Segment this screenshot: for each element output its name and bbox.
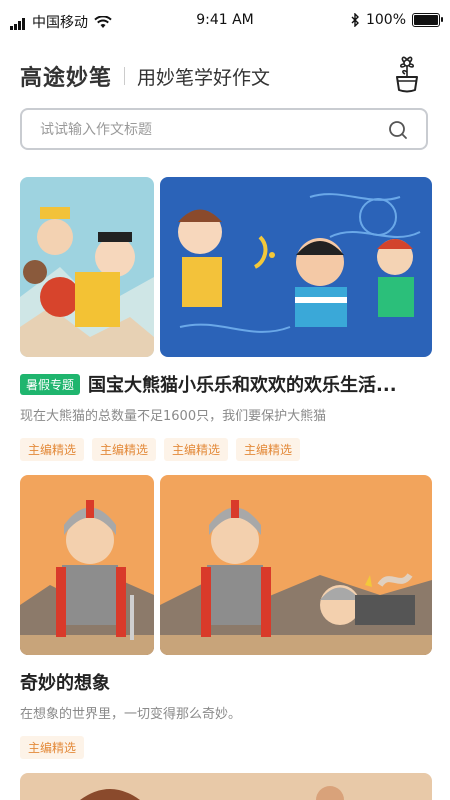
editor-pick-tag: 主编精选	[164, 438, 229, 461]
essay-card[interactable]	[20, 773, 432, 800]
editor-pick-tag: 主编精选	[20, 736, 85, 759]
search-icon[interactable]	[388, 120, 408, 140]
card-title[interactable]: 国宝大熊猫小乐乐和欢欢的欢乐生活...	[88, 371, 397, 397]
topic-badge: 暑假专题	[20, 373, 81, 395]
battery-fill	[414, 15, 438, 25]
cartoon-illustration-kids-night[interactable]	[160, 177, 432, 357]
search-bar[interactable]	[20, 108, 428, 150]
bluetooth-icon	[351, 13, 359, 27]
plant-pot-icon[interactable]	[392, 54, 422, 94]
card-description: 在想象的世界里，一切变得那么奇妙。	[20, 707, 242, 722]
card-tags: 主编精选	[20, 736, 432, 759]
editor-pick-tag: 主编精选	[20, 438, 85, 461]
battery-percent: 100%	[365, 12, 406, 28]
card-images[interactable]	[20, 475, 432, 655]
cartoon-illustration-partial[interactable]	[20, 773, 432, 800]
battery-icon	[412, 13, 443, 27]
editor-pick-tag: 主编精选	[92, 438, 157, 461]
essay-card[interactable]: 奇妙的想象 在想象的世界里，一切变得那么奇妙。 主编精选	[20, 475, 432, 759]
cartoon-illustration-warrior-scene[interactable]	[160, 475, 432, 655]
card-title[interactable]: 奇妙的想象	[20, 669, 110, 695]
essay-card[interactable]: 暑假专题 国宝大熊猫小乐乐和欢欢的欢乐生活... 现在大熊猫的总数量不足1600…	[20, 177, 432, 461]
search-input[interactable]	[38, 110, 382, 150]
card-title-row: 暑假专题 国宝大熊猫小乐乐和欢欢的欢乐生活...	[20, 371, 432, 397]
header-divider	[124, 67, 126, 85]
app-logo: 高途妙笔	[20, 66, 113, 91]
card-images[interactable]	[20, 177, 432, 357]
card-description: 现在大熊猫的总数量不足1600只，我们要保护大熊猫	[20, 409, 327, 424]
cartoon-illustration-warrior[interactable]	[20, 475, 154, 655]
card-title-row: 奇妙的想象	[20, 669, 432, 695]
app-header: 高途妙笔 用妙笔学好作文	[20, 56, 430, 94]
app-slogan: 用妙笔学好作文	[137, 66, 271, 89]
card-tags: 主编精选 主编精选 主编精选 主编精选	[20, 438, 432, 461]
cartoon-illustration-characters[interactable]	[20, 177, 154, 357]
status-bar: 中国移动 9:41 AM 100%	[0, 0, 450, 42]
editor-pick-tag: 主编精选	[236, 438, 301, 461]
status-right: 100%	[351, 12, 443, 28]
